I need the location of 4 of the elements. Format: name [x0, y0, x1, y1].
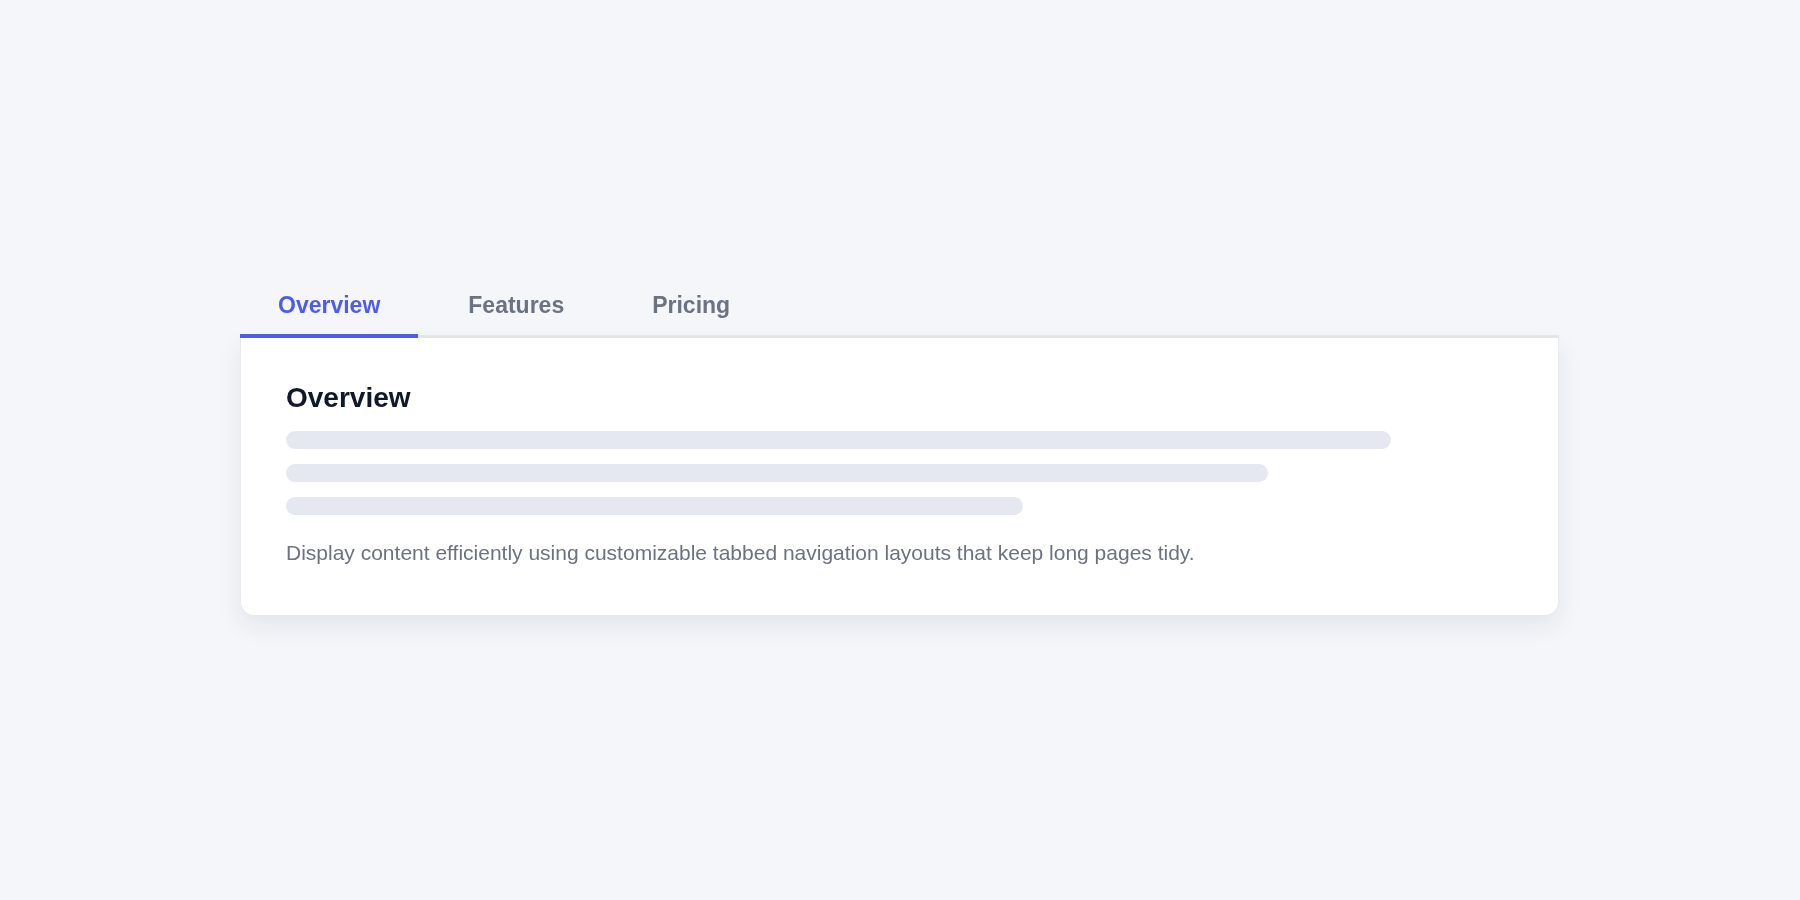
panel-description: Display content efficiently using customizable tabbed navigation layouts that keep long pages tidy.	[286, 541, 1196, 565]
tab[interactable]: Pricing	[614, 282, 769, 338]
panel-heading: Overview	[286, 382, 412, 414]
tab[interactable]: Features	[430, 282, 603, 338]
